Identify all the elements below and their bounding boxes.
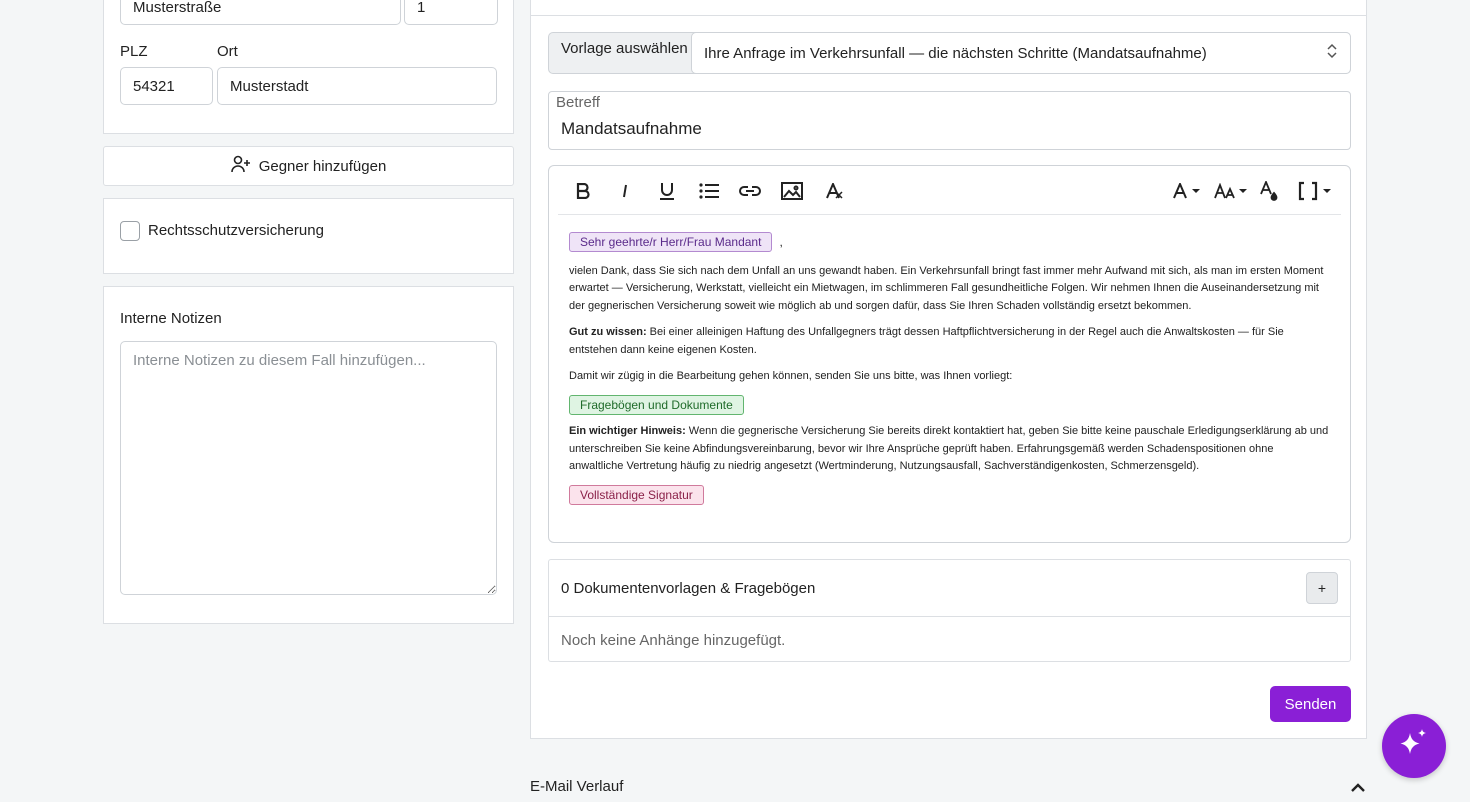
street-field[interactable]: Musterstraße xyxy=(120,0,401,25)
greeting-placeholder-tag[interactable]: Sehr geehrte/r Herr/Frau Mandant xyxy=(569,232,773,252)
add-attachment-button[interactable]: + xyxy=(1306,572,1338,604)
internal-notes-input[interactable] xyxy=(120,341,497,595)
rich-text-editor[interactable]: Sehr geehrte/r Herr/Frau Mandant , viele… xyxy=(548,165,1351,543)
important-note-heading: Ein wichtiger Hinweis: xyxy=(569,425,686,437)
greeting-comma: , xyxy=(779,235,783,249)
legal-insurance-card: Rechtsschutzversicherung xyxy=(103,198,514,274)
street-value: Musterstraße xyxy=(133,0,222,16)
signature-placeholder-tag[interactable]: Vollständige Signatur xyxy=(569,484,704,505)
legal-insurance-label: Rechtsschutzversicherung xyxy=(148,222,324,239)
subject-field[interactable]: Betreff Mandatsaufnahme xyxy=(548,91,1351,150)
house-number-field[interactable]: 1 xyxy=(404,0,498,25)
city-field[interactable]: Musterstadt xyxy=(217,67,497,105)
attachments-empty-text: Noch keine Anhänge hinzugefügt. xyxy=(561,632,786,649)
paragraph-request: Damit wir zügig in die Bearbeitung gehen… xyxy=(569,370,1013,382)
italic-icon[interactable] xyxy=(614,178,636,204)
code-view-icon[interactable] xyxy=(1298,178,1332,204)
clear-format-icon[interactable] xyxy=(823,178,845,204)
template-select[interactable]: Ihre Anfrage im Verkehrsunfall — die näc… xyxy=(691,32,1351,74)
previous-section-edge xyxy=(530,0,1367,16)
subject-label: Betreff xyxy=(556,94,600,111)
chevron-up-icon[interactable] xyxy=(1351,780,1365,798)
editor-toolbar xyxy=(558,166,1341,215)
plz-value: 54321 xyxy=(133,77,175,95)
add-opponent-button[interactable]: Gegner hinzufügen xyxy=(103,146,514,186)
image-icon[interactable] xyxy=(780,178,804,204)
city-value: Musterstadt xyxy=(230,77,309,95)
internal-notes-title: Interne Notizen xyxy=(120,310,222,327)
template-selected-value: Ihre Anfrage im Verkehrsunfall — die näc… xyxy=(704,44,1207,62)
bold-icon[interactable] xyxy=(572,178,594,204)
house-number-value: 1 xyxy=(417,0,426,16)
send-button[interactable]: Senden xyxy=(1270,686,1351,722)
font-size-icon[interactable] xyxy=(1214,178,1248,204)
paragraph-important-note: Ein wichtiger Hinweis: Wenn die gegneris… xyxy=(569,423,1330,476)
paragraph-good-to-know: Gut zu wissen: Bei einer alleinigen Haft… xyxy=(569,324,1330,359)
internal-notes-card: Interne Notizen xyxy=(103,286,514,624)
link-icon[interactable] xyxy=(738,178,762,204)
plz-field[interactable]: 54321 xyxy=(120,67,213,105)
email-history-toggle[interactable]: E-Mail Verlauf xyxy=(530,778,623,795)
legal-insurance-checkbox[interactable] xyxy=(120,221,140,241)
plz-label: PLZ xyxy=(120,43,148,60)
good-to-know-heading: Gut zu wissen: xyxy=(569,326,647,338)
select-updown-icon xyxy=(1326,43,1338,63)
paragraph-intro: vielen Dank, dass Sie sich nach dem Unfa… xyxy=(569,264,1324,312)
attachments-header: 0 Dokumentenvorlagen & Fragebögen + xyxy=(549,560,1350,617)
address-card: Musterstraße 1 PLZ Ort 54321 Musterstadt xyxy=(103,0,514,134)
attachments-panel: 0 Dokumentenvorlagen & Fragebögen + Noch… xyxy=(548,559,1351,662)
template-selector-group: Vorlage auswählen Ihre Anfrage im Verkeh… xyxy=(548,32,1351,74)
fill-icon[interactable] xyxy=(1258,178,1282,204)
underline-icon[interactable] xyxy=(656,178,678,204)
ai-assistant-button[interactable] xyxy=(1382,714,1446,778)
email-composer-card: Vorlage auswählen Ihre Anfrage im Verkeh… xyxy=(530,15,1367,739)
subject-value: Mandatsaufnahme xyxy=(561,119,702,138)
documents-placeholder-tag[interactable]: Fragebögen und Dokumente xyxy=(569,394,744,415)
user-plus-icon xyxy=(230,155,251,177)
font-color-icon[interactable] xyxy=(1172,178,1206,204)
attachments-title: 0 Dokumentenvorlagen & Fragebögen xyxy=(561,580,816,597)
editor-content: Sehr geehrte/r Herr/Frau Mandant , viele… xyxy=(569,232,1330,514)
list-icon[interactable] xyxy=(698,178,720,204)
template-label: Vorlage auswählen xyxy=(561,40,688,57)
sparkle-icon xyxy=(1397,727,1431,766)
good-to-know-text: Bei einer alleinigen Haftung des Unfallg… xyxy=(569,326,1284,356)
city-label: Ort xyxy=(217,43,238,60)
add-opponent-label: Gegner hinzufügen xyxy=(258,157,387,175)
